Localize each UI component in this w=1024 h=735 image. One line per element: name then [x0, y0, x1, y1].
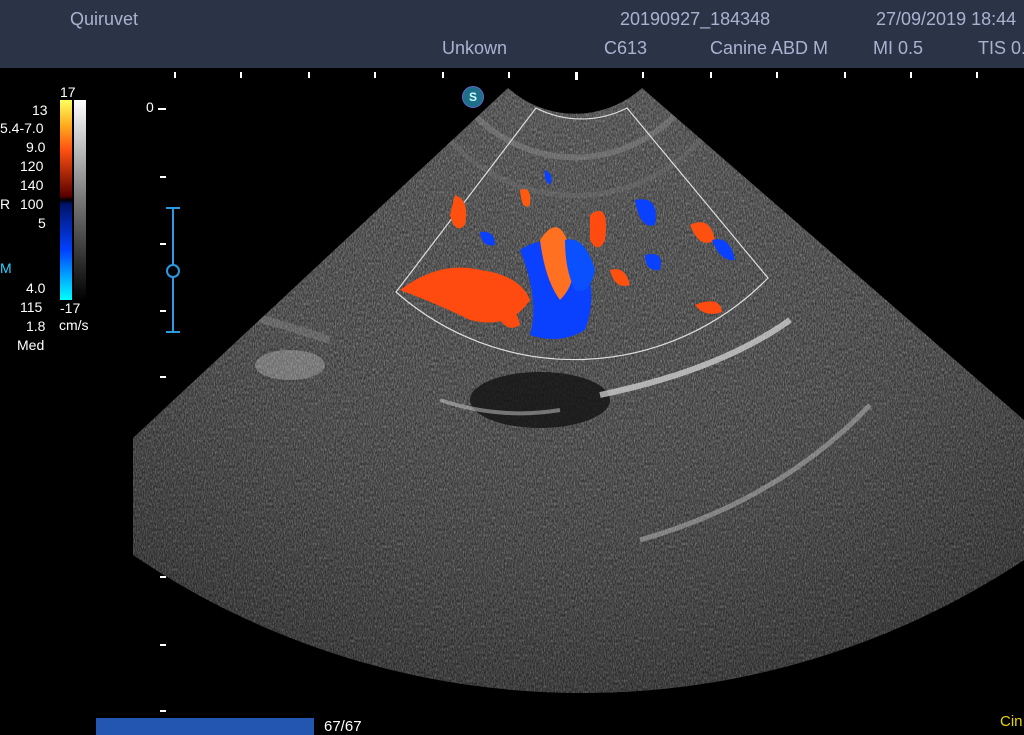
b-mode-sector	[133, 88, 1024, 694]
orientation-marker-icon: S	[462, 86, 484, 108]
cine-label: Cin	[1000, 713, 1023, 730]
ultrasound-image	[133, 88, 1024, 694]
cine-frame-count: 67/67	[324, 718, 362, 735]
cine-progress-bar[interactable]	[96, 718, 314, 735]
